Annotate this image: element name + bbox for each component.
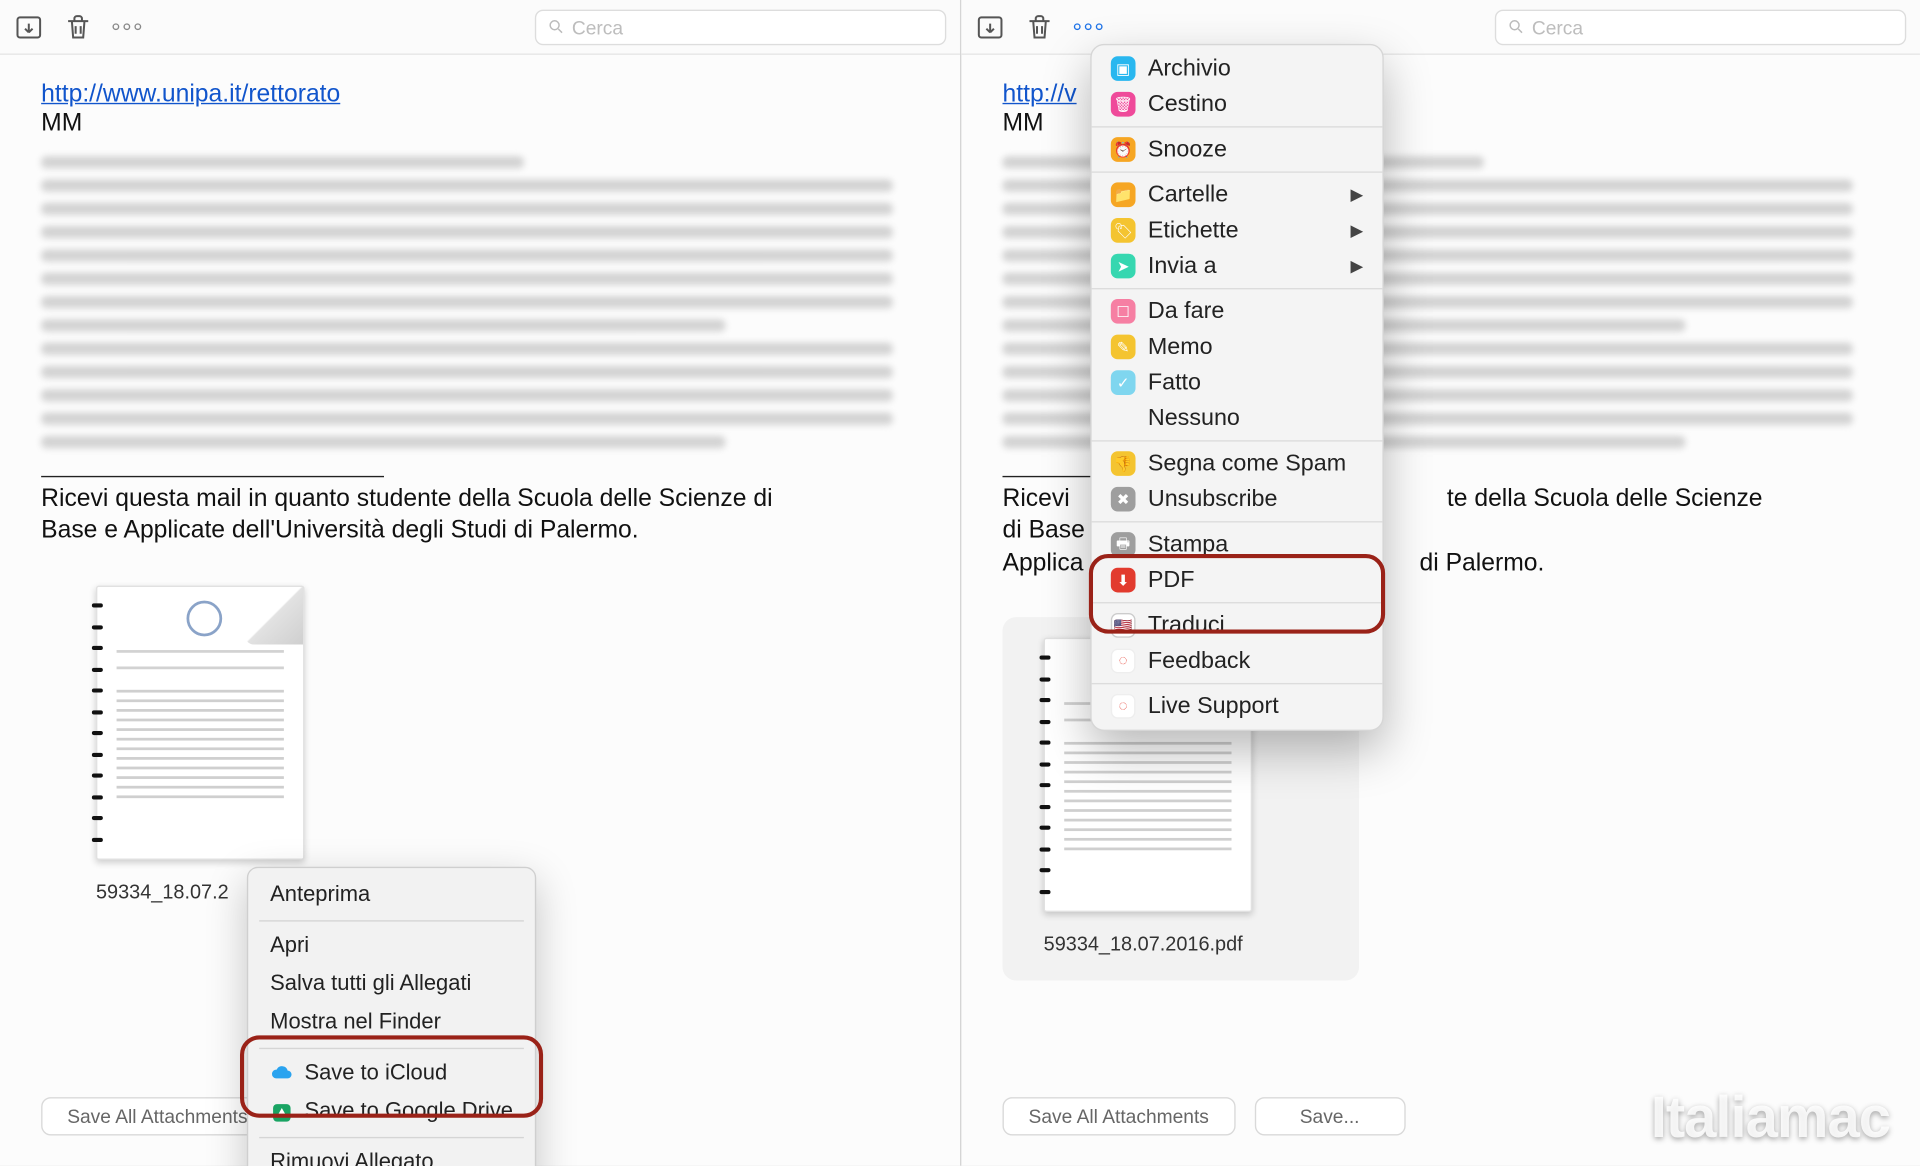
divider [41, 476, 384, 477]
archive-icon[interactable] [14, 12, 44, 42]
clock-icon: ⏰ [1111, 137, 1136, 162]
spam-icon: 👎 [1111, 451, 1136, 476]
folder-icon: 📁 [1111, 182, 1136, 207]
attachment-area: 59334_18.07.2 [96, 585, 453, 903]
save-all-button[interactable]: Save All Attachments [41, 1097, 273, 1135]
mail-body-left: http://www.unipa.it/rettorato MM Ricevi … [0, 55, 960, 1166]
search-input[interactable] [1495, 9, 1906, 45]
dd-cestino[interactable]: 🗑Cestino [1092, 86, 1383, 122]
menu-mostra-finder[interactable]: Mostra nel Finder [248, 1004, 535, 1042]
dd-nessuno[interactable]: Nessuno [1092, 400, 1383, 436]
flag-icon: 🇺🇸 [1111, 613, 1136, 638]
dd-stampa[interactable]: 🖶Stampa [1092, 527, 1383, 563]
trash-icon[interactable] [63, 12, 93, 42]
pane-right: http://v MM Ricevi te della Scuola delle… [960, 0, 1920, 1166]
save-all-button[interactable]: Save All Attachments [1002, 1097, 1234, 1135]
menu-salva-tutti[interactable]: Salva tutti gli Allegati [248, 965, 535, 1003]
trash-icon[interactable] [1024, 12, 1054, 42]
lifebuoy-icon: ◌ [1111, 694, 1136, 719]
rettorato-link[interactable]: http://www.unipa.it/rettorato [41, 80, 340, 107]
menu-save-icloud-label: Save to iCloud [304, 1061, 447, 1086]
menu-save-gdrive[interactable]: Save to Google Drive [248, 1093, 535, 1131]
attachment-name: 59334_18.07.2016.pdf [1044, 934, 1318, 956]
trash-icon: 🗑 [1111, 92, 1136, 117]
print-icon: 🖶 [1111, 532, 1136, 557]
none-icon [1111, 406, 1136, 431]
rettorato-link-trunc[interactable]: http://v [1002, 80, 1076, 107]
watermark: Italiamac [1651, 1084, 1890, 1151]
gdrive-icon [270, 1101, 293, 1124]
done-icon: ✓ [1111, 370, 1136, 395]
lifebuoy-icon: ◌ [1111, 649, 1136, 674]
todo-icon: ☐ [1111, 299, 1136, 324]
dd-feedback[interactable]: ◌Feedback [1092, 643, 1383, 679]
send-icon: ➤ [1111, 254, 1136, 279]
menu-anteprima[interactable]: Anteprima [248, 876, 535, 914]
search-field[interactable] [1532, 16, 1894, 38]
search-input[interactable] [535, 9, 946, 45]
footnote-trunc-a: Ricevi [1002, 484, 1069, 511]
chevron-right-icon: ▶ [1351, 185, 1364, 204]
tag-icon: 🏷 [1111, 218, 1136, 243]
chevron-right-icon: ▶ [1351, 256, 1364, 275]
save-button[interactable]: Save... [1254, 1097, 1405, 1135]
dd-cartelle[interactable]: 📁Cartelle▶ [1092, 177, 1383, 213]
dd-archivio[interactable]: ▣Archivio [1092, 51, 1383, 87]
dd-fatto[interactable]: ✓Fatto [1092, 365, 1383, 401]
archive-icon: ▣ [1111, 56, 1136, 81]
pdf-icon: ⬇ [1111, 568, 1136, 593]
dd-support[interactable]: ◌Live Support [1092, 688, 1383, 724]
memo-icon: ✎ [1111, 335, 1136, 360]
dd-etichette[interactable]: 🏷Etichette▶ [1092, 213, 1383, 249]
more-icon[interactable] [112, 23, 141, 30]
menu-save-gdrive-label: Save to Google Drive [304, 1100, 513, 1125]
unsubscribe-icon: ✖ [1111, 487, 1136, 512]
dd-memo[interactable]: ✎Memo [1092, 329, 1383, 365]
dd-snooze[interactable]: ⏰Snooze [1092, 132, 1383, 168]
dd-spam[interactable]: 👎Segna come Spam [1092, 446, 1383, 482]
dd-invia[interactable]: ➤Invia a▶ [1092, 248, 1383, 284]
pane-left: http://www.unipa.it/rettorato MM Ricevi … [0, 0, 960, 1166]
redacted-text [41, 156, 919, 448]
footnote-trunc-b: Applica [1002, 548, 1083, 575]
menu-rimuovi[interactable]: Rimuovi Allegato [248, 1144, 535, 1166]
mm-label: MM [41, 108, 919, 137]
dd-unsub[interactable]: ✖Unsubscribe [1092, 481, 1383, 517]
menu-save-icloud[interactable]: Save to iCloud [248, 1055, 535, 1093]
dd-pdf[interactable]: ⬇PDF [1092, 562, 1383, 598]
archive-icon[interactable] [975, 12, 1005, 42]
dd-dafare[interactable]: ☐Da fare [1092, 293, 1383, 329]
attachment-context-menu: Anteprima Apri Salva tutti gli Allegati … [247, 867, 536, 1166]
footnote-tail-b: di Palermo. [1420, 548, 1545, 575]
actions-dropdown: ▣Archivio 🗑Cestino ⏰Snooze 📁Cartelle▶ 🏷E… [1090, 44, 1383, 731]
toolbar-left [0, 0, 960, 55]
search-field[interactable] [572, 16, 934, 38]
more-icon-active[interactable] [1074, 23, 1103, 30]
dd-traduci[interactable]: 🇺🇸Traduci [1092, 608, 1383, 644]
menu-apri[interactable]: Apri [248, 927, 535, 965]
attachment-thumbnail[interactable] [96, 585, 304, 859]
icloud-icon [270, 1062, 293, 1085]
footnote: Ricevi questa mail in quanto studente de… [41, 483, 809, 547]
chevron-right-icon: ▶ [1351, 221, 1364, 240]
